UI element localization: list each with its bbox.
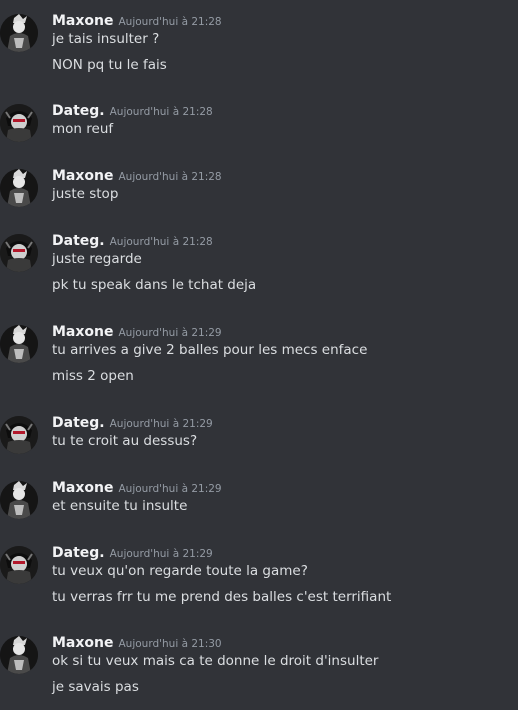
message-text: juste regarde xyxy=(52,251,142,267)
message-text: miss 2 open xyxy=(52,368,134,384)
username[interactable]: Maxone xyxy=(52,168,114,184)
message-group: Maxone Aujourd'hui à 21:30 ok si tu veux … xyxy=(0,632,518,700)
avatar-image xyxy=(0,636,38,674)
message-group: Dateg. Aujourd'hui à 21:29 tu te croit au… xyxy=(0,412,518,454)
message-header: Dateg. Aujourd'hui à 21:28 xyxy=(52,230,213,250)
avatar-maxone[interactable] xyxy=(0,14,38,52)
timestamp[interactable]: Aujourd'hui à 21:28 xyxy=(110,106,213,118)
message-header: Maxone Aujourd'hui à 21:29 xyxy=(52,321,222,341)
username[interactable]: Dateg. xyxy=(52,103,105,119)
avatar-image xyxy=(0,481,38,519)
message-header: Dateg. Aujourd'hui à 21:29 xyxy=(52,412,213,432)
message-text: et ensuite tu insulte xyxy=(52,498,188,514)
avatar-image xyxy=(0,169,38,207)
message-text: je tais insulter ? xyxy=(52,31,160,47)
message-text: mon reuf xyxy=(52,121,114,137)
avatar-dateg[interactable] xyxy=(0,546,38,584)
message-text: NON pq tu le fais xyxy=(52,57,167,73)
message-group: Maxone Aujourd'hui à 21:28 juste stop xyxy=(0,165,518,207)
username[interactable]: Dateg. xyxy=(52,545,105,561)
message-header: Maxone Aujourd'hui à 21:30 xyxy=(52,632,222,652)
message-text: tu arrives a give 2 balles pour les mecs… xyxy=(52,342,368,358)
timestamp[interactable]: Aujourd'hui à 21:29 xyxy=(119,327,222,339)
message-text: pk tu speak dans le tchat deja xyxy=(52,277,257,293)
message-header: Maxone Aujourd'hui à 21:28 xyxy=(52,10,222,30)
timestamp[interactable]: Aujourd'hui à 21:29 xyxy=(119,483,222,495)
message-text: je savais pas xyxy=(52,679,139,695)
message-header: Maxone Aujourd'hui à 21:28 xyxy=(52,165,222,185)
avatar-maxone[interactable] xyxy=(0,481,38,519)
avatar-image xyxy=(0,14,38,52)
avatar-image xyxy=(0,234,38,272)
avatar-maxone[interactable] xyxy=(0,636,38,674)
message-text: ok si tu veux mais ca te donne le droit … xyxy=(52,653,379,669)
username[interactable]: Dateg. xyxy=(52,415,105,431)
message-header: Dateg. Aujourd'hui à 21:28 xyxy=(52,100,213,120)
message-header: Dateg. Aujourd'hui à 21:29 xyxy=(52,542,213,562)
username[interactable]: Maxone xyxy=(52,480,114,496)
message-group: Maxone Aujourd'hui à 21:29 et ensuite tu … xyxy=(0,477,518,519)
chat-messages-area[interactable]: Maxone Aujourd'hui à 21:28 je tais insult… xyxy=(0,0,518,710)
message-text: tu verras frr tu me prend des balles c'e… xyxy=(52,589,392,605)
message-group: Dateg. Aujourd'hui à 21:28 juste regarde … xyxy=(0,230,518,298)
message-text: tu te croit au dessus? xyxy=(52,433,198,449)
avatar-image xyxy=(0,104,38,142)
avatar-maxone[interactable] xyxy=(0,325,38,363)
message-group: Dateg. Aujourd'hui à 21:28 mon reuf xyxy=(0,100,518,142)
timestamp[interactable]: Aujourd'hui à 21:28 xyxy=(119,171,222,183)
avatar-image xyxy=(0,416,38,454)
username[interactable]: Maxone xyxy=(52,13,114,29)
timestamp[interactable]: Aujourd'hui à 21:29 xyxy=(110,418,213,430)
username[interactable]: Dateg. xyxy=(52,233,105,249)
avatar-maxone[interactable] xyxy=(0,169,38,207)
username[interactable]: Maxone xyxy=(52,635,114,651)
timestamp[interactable]: Aujourd'hui à 21:28 xyxy=(119,16,222,28)
message-text: tu veux qu'on regarde toute la game? xyxy=(52,563,308,579)
avatar-dateg[interactable] xyxy=(0,234,38,272)
avatar-dateg[interactable] xyxy=(0,416,38,454)
message-group: Maxone Aujourd'hui à 21:28 je tais insult… xyxy=(0,10,518,78)
username[interactable]: Maxone xyxy=(52,324,114,340)
avatar-image xyxy=(0,325,38,363)
avatar-image xyxy=(0,546,38,584)
avatar-dateg[interactable] xyxy=(0,104,38,142)
message-header: Maxone Aujourd'hui à 21:29 xyxy=(52,477,222,497)
message-group: Maxone Aujourd'hui à 21:29 tu arrives a g… xyxy=(0,321,518,389)
timestamp[interactable]: Aujourd'hui à 21:29 xyxy=(110,548,213,560)
message-text: juste stop xyxy=(52,186,119,202)
timestamp[interactable]: Aujourd'hui à 21:28 xyxy=(110,236,213,248)
message-group: Dateg. Aujourd'hui à 21:29 tu veux qu'on … xyxy=(0,542,518,610)
timestamp[interactable]: Aujourd'hui à 21:30 xyxy=(119,638,222,650)
